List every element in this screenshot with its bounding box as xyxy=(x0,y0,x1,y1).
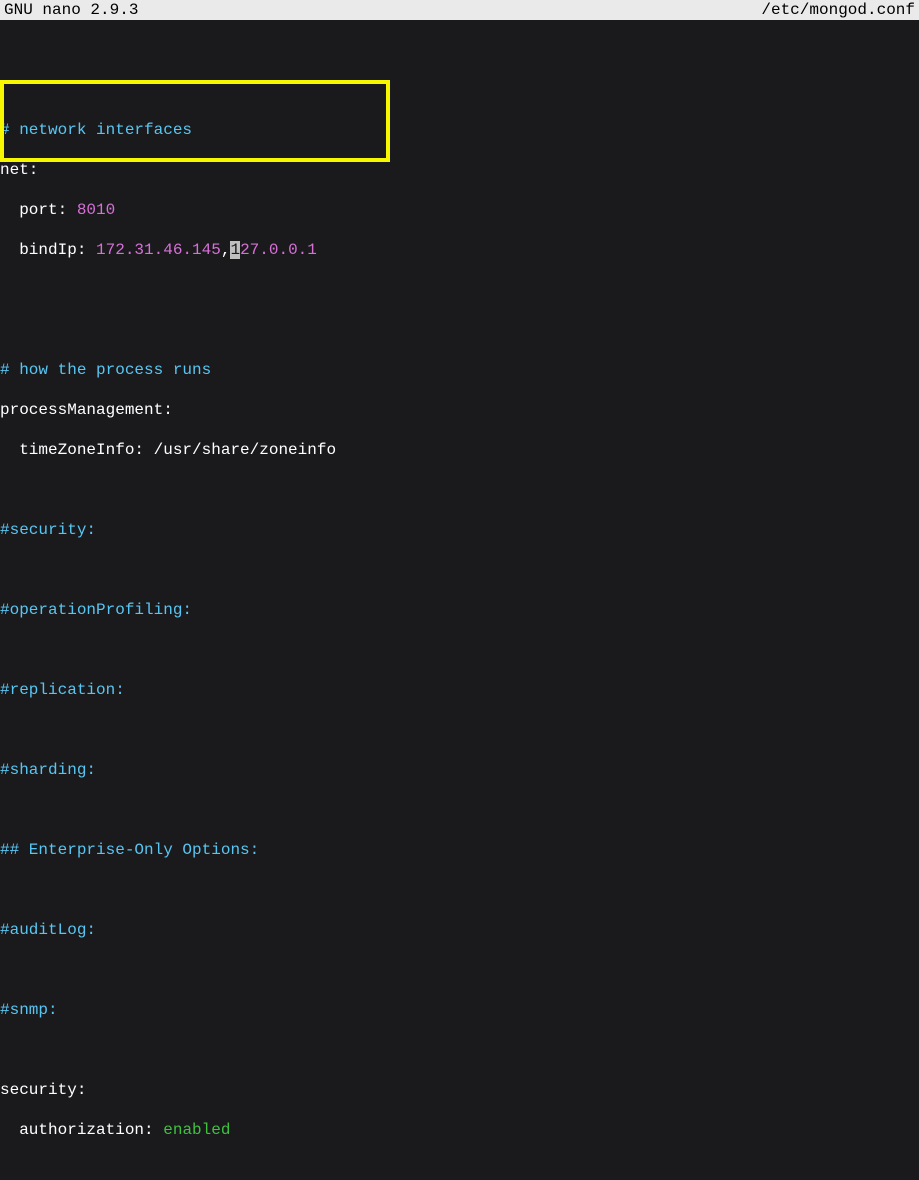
comment-line: #replication: xyxy=(0,680,919,700)
comment-line: #sharding: xyxy=(0,760,919,780)
comment-line: # network interfaces xyxy=(0,120,919,140)
file-path: /etc/mongod.conf xyxy=(761,0,915,20)
config-line: security: xyxy=(0,1080,919,1100)
comment-line: #auditLog: xyxy=(0,920,919,940)
config-line: bindIp: 172.31.46.145,127.0.0.1 xyxy=(0,240,919,260)
comment-line: #operationProfiling: xyxy=(0,600,919,620)
config-line: authorization: enabled xyxy=(0,1120,919,1140)
config-line: net: xyxy=(0,160,919,180)
cursor: 1 xyxy=(230,241,240,259)
titlebar: GNU nano 2.9.3 /etc/mongod.conf xyxy=(0,0,919,20)
app-name: GNU nano 2.9.3 xyxy=(4,0,138,20)
comment-line: # how the process runs xyxy=(0,360,919,380)
comment-line: ## Enterprise-Only Options: xyxy=(0,840,919,860)
editor-area[interactable]: # network interfaces net: port: 8010 bin… xyxy=(0,20,919,1180)
config-line: port: 8010 xyxy=(0,200,919,220)
config-line: timeZoneInfo: /usr/share/zoneinfo xyxy=(0,440,919,460)
config-line: processManagement: xyxy=(0,400,919,420)
comment-line: #security: xyxy=(0,520,919,540)
comment-line: #snmp: xyxy=(0,1000,919,1020)
